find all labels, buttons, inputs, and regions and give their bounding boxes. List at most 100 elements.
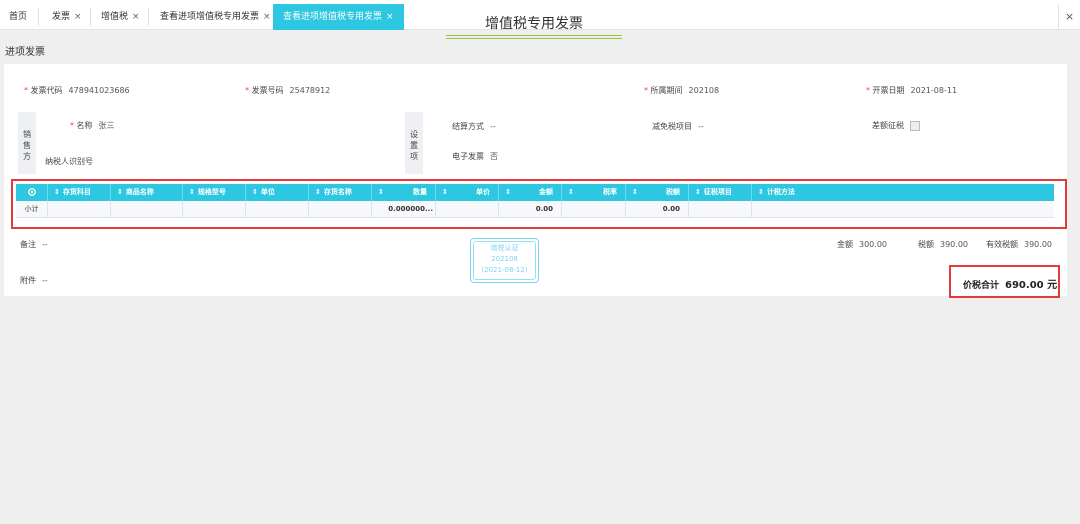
tab-invoice[interactable]: 发票 × (52, 4, 82, 30)
invoice-title: 增值税专用发票 (485, 16, 583, 32)
tab-label: 发票 (52, 12, 71, 22)
column-label: 税率 (603, 188, 617, 196)
close-icon[interactable]: × (74, 12, 82, 22)
total-with-tax: 价税合计 690.00 元 (963, 276, 1057, 291)
page-title: 进项发票 (5, 47, 45, 58)
tab-label: 增值税 (101, 12, 129, 22)
column-unit-price[interactable]: ⇕ 单价 (436, 184, 499, 201)
table-header: ⇕ 存货科目 ⇕ 商品名称 ⇕ 规格型号 ⇕ 单位 ⇕ 存货名称 ⇕ 数量 ⇕ 单价 ⇕ 金额 … (16, 184, 1054, 201)
diff-tax-label: 差额征税 (872, 121, 904, 130)
exempt-label: 减免税项目 (652, 122, 692, 131)
diff-tax-field: 差额征税 (872, 120, 920, 131)
stamp-date: (2021-08-12) (481, 266, 528, 274)
tax-summary: 税额 390.00 (918, 239, 968, 250)
column-label: 存货科目 (62, 188, 91, 196)
seller-name-field: 名称张三 (70, 120, 115, 131)
tab-label: 查看进项增值税专用发票 (283, 12, 383, 22)
column-unit[interactable]: ⇕ 单位 (246, 184, 309, 201)
valid-tax-label: 有效税额 (986, 240, 1018, 249)
stamp-text: 增税认证 (490, 244, 519, 252)
subtotal-quantity: 0.000000... (372, 201, 436, 218)
issue-date-value: 2021-08-11 (910, 86, 958, 95)
column-quantity[interactable]: ⇕ 数量 (372, 184, 436, 201)
tab-label: 查看进项增值税专用发票 (160, 12, 260, 22)
table-cell (689, 201, 752, 218)
table-cell (246, 201, 309, 218)
settle-label: 结算方式 (452, 122, 484, 131)
attachment-field: 附件 -- (20, 275, 48, 286)
column-label: 单位 (260, 188, 275, 196)
tab-vat[interactable]: 增值税 × (101, 4, 140, 30)
column-inventory-name[interactable]: ⇕ 存货名称 (309, 184, 372, 201)
settings-side-label: 设 置 项 (405, 112, 423, 174)
issue-date-field: 开票日期 2021-08-11 (866, 85, 957, 96)
column-amount[interactable]: ⇕ 金额 (499, 184, 562, 201)
seller-taxid-label: 纳税人识别号 (45, 157, 93, 166)
column-tax-amount[interactable]: ⇕ 税额 (626, 184, 689, 201)
remark-label: 备注 (20, 240, 36, 249)
column-spec[interactable]: ⇕ 规格型号 (183, 184, 246, 201)
column-label: 数量 (413, 188, 427, 196)
table-cell (436, 201, 499, 218)
attachment-value: -- (42, 276, 48, 285)
close-all-tabs-icon[interactable]: × (1058, 4, 1080, 30)
tab-view-input-invoice-active[interactable]: 查看进项增值税专用发票 × (273, 4, 404, 30)
seller-side-label: 销 售 方 (18, 112, 36, 174)
close-icon[interactable]: × (132, 12, 140, 22)
einvoice-value: 否 (490, 152, 498, 161)
seller-name-label: 名称 (70, 121, 93, 130)
settle-value: -- (490, 122, 496, 131)
invoice-code-field: 发票代码 478941023686 (24, 85, 130, 96)
tab-home[interactable]: 首页 (9, 4, 27, 30)
tab-divider (148, 8, 149, 26)
column-tax-rate[interactable]: ⇕ 税率 (562, 184, 626, 201)
period-field: 所属期间 202108 (644, 85, 719, 96)
certification-stamp: 增税认证 202108 (2021-08-12) (470, 238, 539, 283)
amount-summary: 金额 300.00 (837, 239, 887, 250)
settle-field: 结算方式 -- (452, 121, 496, 132)
table-cell (309, 201, 372, 218)
column-label: 单价 (476, 188, 490, 196)
exempt-value: -- (698, 122, 704, 131)
tab-divider (38, 8, 39, 26)
table-cell (111, 201, 183, 218)
column-inventory-account[interactable]: ⇕ 存货科目 (48, 184, 111, 201)
column-label: 规格型号 (197, 188, 226, 196)
diff-tax-checkbox[interactable] (910, 120, 920, 131)
column-label: 征税项目 (703, 188, 732, 196)
seller-name-value: 张三 (98, 121, 115, 130)
total-label: 价税合计 (963, 281, 1000, 291)
einvoice-label: 电子发票 (452, 152, 484, 161)
tab-divider (90, 8, 91, 26)
table-cell (48, 201, 111, 218)
stamp-period: 202108 (491, 255, 518, 263)
title-underline (446, 35, 622, 36)
remark-field: 备注 -- (20, 239, 48, 250)
column-label: 商品名称 (125, 188, 154, 196)
table-cell (183, 201, 246, 218)
column-product-name[interactable]: ⇕ 商品名称 (111, 184, 183, 201)
column-tax-item[interactable]: ⇕ 征税项目 (689, 184, 752, 201)
invoice-code-label: 发票代码 (24, 86, 63, 95)
close-icon[interactable]: × (386, 12, 394, 22)
period-value: 202108 (688, 86, 720, 95)
column-label: 计税方法 (766, 188, 795, 196)
column-tax-method[interactable]: ⇕ 计税方法 (752, 184, 1054, 201)
column-label: 税额 (666, 188, 680, 196)
invoice-number-field: 发票号码 25478912 (245, 85, 330, 96)
valid-tax-value: 390.00 (1024, 240, 1052, 249)
amount-label: 金额 (837, 240, 853, 249)
invoice-number-value: 25478912 (289, 86, 331, 95)
invoice-items-table: ⇕ 存货科目 ⇕ 商品名称 ⇕ 规格型号 ⇕ 单位 ⇕ 存货名称 ⇕ 数量 ⇕ 单价 ⇕ 金额 … (16, 184, 1054, 218)
invoice-code-value: 478941023686 (68, 86, 130, 95)
subtotal-tax: 0.00 (626, 201, 689, 218)
subtotal-label: 小计 (16, 201, 48, 218)
close-icon[interactable]: × (263, 12, 271, 22)
attachment-label: 附件 (20, 276, 36, 285)
tab-view-input-invoice[interactable]: 查看进项增值税专用发票 × (160, 4, 271, 30)
valid-tax-summary: 有效税额 390.00 (986, 239, 1052, 250)
column-settings-gear-icon[interactable] (16, 184, 48, 201)
title-underline (446, 38, 622, 39)
exempt-field: 减免税项目 -- (652, 121, 704, 132)
column-label: 金额 (539, 188, 553, 196)
